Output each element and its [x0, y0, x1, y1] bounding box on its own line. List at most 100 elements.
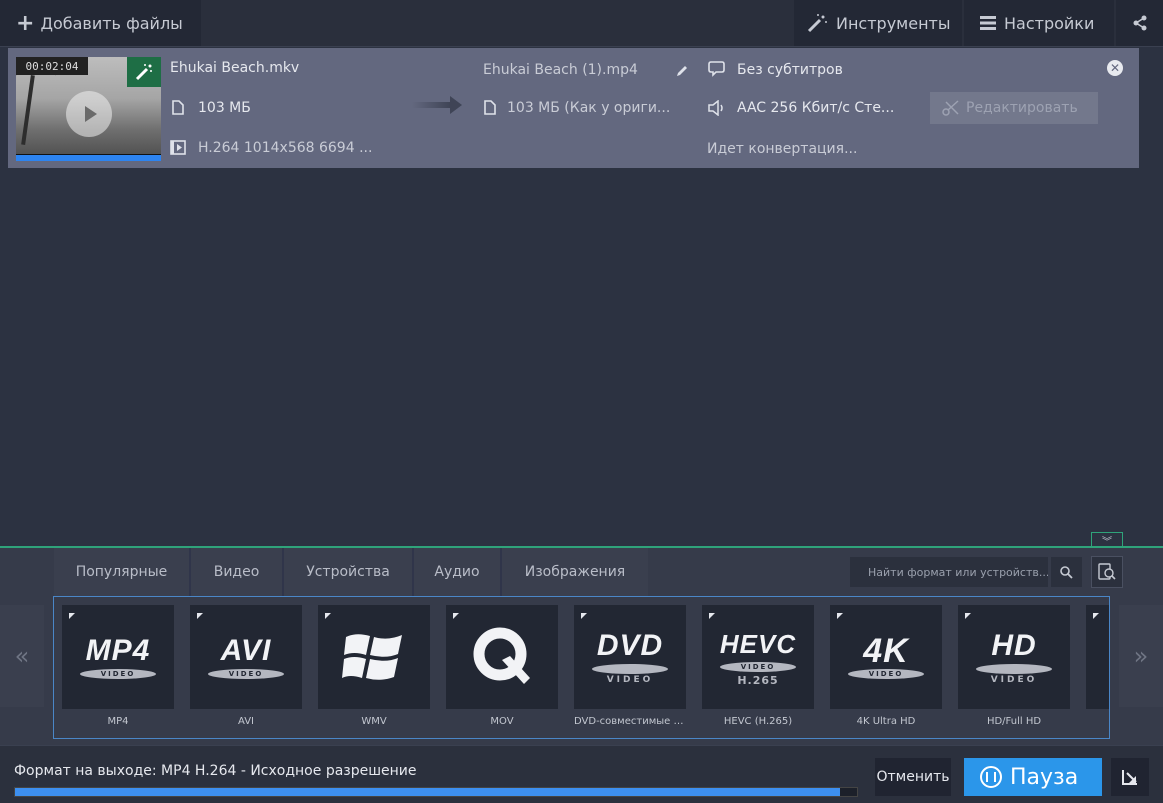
- video-thumbnail[interactable]: 00:02:04: [16, 57, 161, 161]
- source-file-size: 103 МБ: [198, 100, 251, 116]
- edit-label: Редактировать: [966, 100, 1078, 116]
- conversion-status: Идет конвертация...: [707, 141, 858, 157]
- format-disc: VIDEO: [720, 661, 796, 672]
- format-tile-mov[interactable]: MOV: [446, 605, 558, 727]
- search-icon[interactable]: [1051, 557, 1082, 587]
- plus-icon: +: [16, 10, 35, 36]
- hd-logo-icon: HD VIDEO: [958, 605, 1070, 709]
- subtitles-select[interactable]: Без субтитров: [737, 62, 843, 78]
- format-tile-hd[interactable]: HD VIDEO HD/Full HD: [958, 605, 1070, 727]
- tab-images[interactable]: Изображения: [502, 548, 648, 596]
- format-logo: HD: [991, 628, 1037, 662]
- format-name: WMV: [361, 716, 387, 727]
- settings-button[interactable]: Настройки: [964, 0, 1114, 46]
- tab-video[interactable]: Видео: [191, 548, 284, 596]
- collapse-panel-chevron-icon[interactable]: ︾: [1091, 532, 1123, 548]
- subtitles-icon: [708, 61, 725, 77]
- pencil-icon[interactable]: [675, 64, 689, 78]
- format-tile-mp4[interactable]: MP4 VIDEO MP4: [62, 605, 174, 727]
- output-file-icon: [484, 100, 496, 115]
- tab-popular[interactable]: Популярные: [54, 548, 191, 596]
- scroll-right-button[interactable]: »: [1119, 605, 1163, 707]
- audio-icon: [708, 100, 723, 116]
- pause-label: Пауза: [1010, 764, 1079, 790]
- format-name: 4K Ultra HD: [856, 716, 916, 727]
- format-name: MP4: [107, 716, 129, 727]
- hd-disc-shape: [976, 663, 1052, 674]
- format-panel: Популярные Видео Устройства Аудио Изобра…: [0, 548, 1163, 745]
- format-tile-avi[interactable]: AVI VIDEO AVI: [190, 605, 302, 727]
- format-tabs: Популярные Видео Устройства Аудио Изобра…: [54, 548, 648, 596]
- format-logo: MP4: [85, 634, 151, 667]
- detect-device-icon[interactable]: [1091, 556, 1123, 588]
- format-search-input[interactable]: Найти формат или устройств...: [850, 557, 1048, 587]
- format-list: MP4 VIDEO MP4 AVI VIDEO AVI WMV MOV DVD …: [53, 596, 1110, 739]
- quicktime-icon: [446, 605, 558, 709]
- audio-select[interactable]: AAC 256 Кбит/с Сте...: [737, 100, 894, 116]
- magic-wand-badge-icon[interactable]: [127, 57, 161, 87]
- format-name: HEVC (H.265): [723, 716, 793, 727]
- format-logo: 4K: [863, 632, 909, 670]
- tools-button[interactable]: Инструменты: [794, 0, 962, 46]
- palm-trunk: [21, 75, 35, 145]
- format-name: AVI: [238, 716, 254, 727]
- progress-fill: [15, 788, 841, 796]
- hamburger-icon: [980, 16, 996, 30]
- share-button[interactable]: [1116, 0, 1163, 46]
- share-icon: [1133, 15, 1146, 31]
- settings-label: Настройки: [1004, 13, 1095, 33]
- remove-file-close-icon[interactable]: ✕: [1107, 60, 1123, 76]
- file-icon: [172, 100, 184, 115]
- format-name: MOV: [490, 716, 514, 727]
- format-disc: VIDEO: [848, 669, 924, 679]
- scroll-left-button[interactable]: «: [0, 605, 44, 707]
- format-sub: VIDEO: [606, 674, 654, 685]
- film-icon: [170, 140, 186, 155]
- format-tile-wmv[interactable]: WMV: [318, 605, 430, 727]
- format-disc: VIDEO: [208, 669, 284, 679]
- footer-bar: Формат на выходе: MP4 H.264 - Исходное р…: [0, 745, 1163, 803]
- dvd-disc-shape: [592, 663, 668, 674]
- format-sub: VIDEO: [990, 674, 1038, 685]
- play-icon[interactable]: [66, 91, 112, 137]
- tab-audio[interactable]: Аудио: [414, 548, 502, 596]
- format-name: HD/Full HD: [986, 716, 1042, 727]
- thumbnail-progress-bar: [16, 154, 161, 161]
- cancel-button[interactable]: Отменить: [875, 758, 951, 796]
- dvd-logo-icon: DVD VIDEO: [574, 605, 686, 709]
- toolbar-divider: [0, 46, 1163, 47]
- hevc-logo-icon: HEVC VIDEO H.265: [702, 605, 814, 709]
- format-tile-4k[interactable]: 4K VIDEO 4K Ultra HD: [830, 605, 942, 727]
- format-name: DVD-совместимые в...: [574, 716, 686, 727]
- pause-button[interactable]: Пауза: [964, 758, 1102, 796]
- mp4-logo-icon: MP4 VIDEO: [62, 605, 174, 709]
- duration-label: 00:02:04: [16, 57, 88, 75]
- 4k-logo-icon: 4K VIDEO: [830, 605, 942, 709]
- scissors-icon: [942, 100, 959, 116]
- edit-button[interactable]: Редактировать: [930, 92, 1098, 124]
- tools-label: Инструменты: [836, 13, 951, 33]
- output-format-label[interactable]: Формат на выходе: MP4 H.264 - Исходное р…: [14, 763, 417, 779]
- file-row[interactable]: 00:02:04 Ehukai Beach.mkv 103 МБ H.264 1…: [8, 48, 1139, 168]
- output-file-size[interactable]: 103 МБ (Как у ориги...: [507, 100, 670, 116]
- pause-icon: [980, 766, 1002, 788]
- top-toolbar: + Добавить файлы Инструменты Настройки: [0, 0, 1163, 46]
- format-logo: DVD: [596, 628, 664, 662]
- format-tile-hevc[interactable]: HEVC VIDEO H.265 HEVC (H.265): [702, 605, 814, 727]
- output-file-name[interactable]: Ehukai Beach (1).mp4: [483, 62, 638, 78]
- tab-devices[interactable]: Устройства: [284, 548, 414, 596]
- avi-logo-icon: AVI VIDEO: [190, 605, 302, 709]
- source-file-name: Ehukai Beach.mkv: [170, 60, 300, 76]
- magic-wand-icon: [807, 14, 827, 33]
- conversion-progress-bar: [14, 787, 858, 797]
- format-sub: H.265: [737, 673, 779, 687]
- add-files-button[interactable]: + Добавить файлы: [0, 0, 201, 46]
- arrow-right-icon: [412, 96, 462, 114]
- format-logo: AVI: [220, 634, 272, 667]
- format-logo: HEVC: [719, 628, 797, 659]
- open-folder-icon[interactable]: [1111, 758, 1149, 796]
- source-codec-info: H.264 1014x568 6694 ...: [198, 140, 373, 156]
- format-tile-partial[interactable]: [1086, 605, 1109, 709]
- windows-icon: [318, 605, 430, 709]
- format-tile-dvd[interactable]: DVD VIDEO DVD-совместимые в...: [574, 605, 686, 727]
